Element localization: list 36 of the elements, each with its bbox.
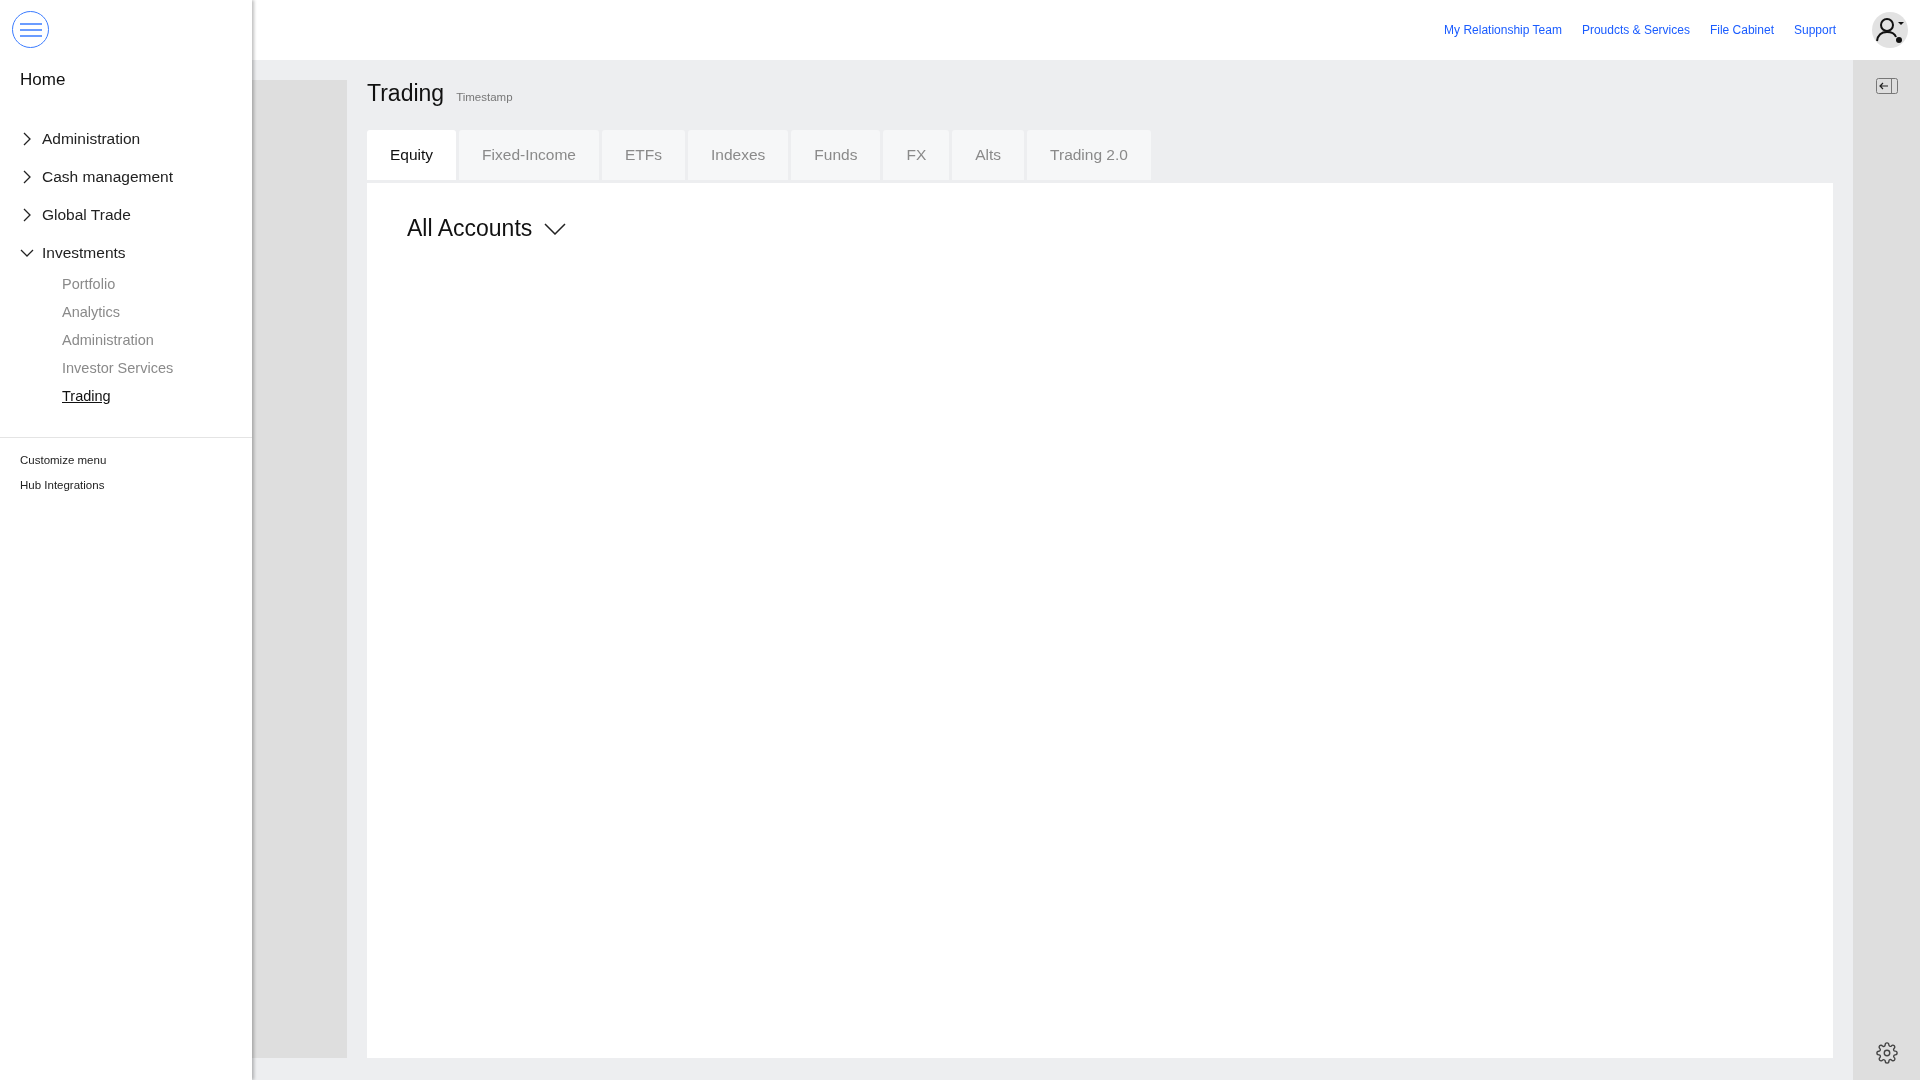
timestamp: Timestamp xyxy=(456,91,513,103)
footer-link[interactable]: Customize menu xyxy=(20,452,252,468)
collapse-button[interactable] xyxy=(1875,78,1898,94)
home-link[interactable]: Home xyxy=(20,70,252,90)
footer-link[interactable]: Hub Integrations xyxy=(20,477,252,493)
nav-item[interactable]: Investments xyxy=(0,244,252,262)
top-nav-link[interactable]: Proudcts & Services xyxy=(1581,23,1690,37)
page-title: Trading xyxy=(367,80,445,107)
nav-item[interactable]: Administration xyxy=(0,130,252,148)
nav-item[interactable]: Cash management xyxy=(0,168,252,186)
tab[interactable]: Equity xyxy=(367,130,457,180)
top-nav-link[interactable]: My Relationship Team xyxy=(1444,23,1562,37)
tab[interactable]: FX xyxy=(883,130,950,180)
top-nav-link[interactable]: Support xyxy=(1793,23,1836,37)
chevron-down-icon xyxy=(544,222,567,235)
settings-icon xyxy=(1875,1042,1898,1064)
nav-subitem[interactable]: Investor Services xyxy=(62,358,252,379)
user-menu-button[interactable] xyxy=(1872,12,1908,48)
nav-subitem[interactable]: Trading xyxy=(62,386,252,407)
collapse-panel-icon xyxy=(1875,78,1898,94)
account-dropdown[interactable]: All Accounts xyxy=(407,215,567,242)
tab[interactable]: Funds xyxy=(791,130,881,180)
tab[interactable]: Trading 2.0 xyxy=(1027,130,1151,180)
tab[interactable]: Indexes xyxy=(688,130,789,180)
nav-item[interactable]: Global Trade xyxy=(0,206,252,224)
nav-subitem[interactable]: Analytics xyxy=(62,302,252,323)
user-icon xyxy=(1875,17,1905,43)
top-nav-link[interactable]: File Cabinet xyxy=(1709,23,1774,37)
tab[interactable]: Alts xyxy=(952,130,1025,180)
tab[interactable]: Fixed-Income xyxy=(459,130,599,180)
settings-button[interactable] xyxy=(1875,1042,1898,1064)
menu-icon xyxy=(19,22,42,37)
nav-subitem[interactable]: Administration xyxy=(62,330,252,351)
tab[interactable]: ETFs xyxy=(602,130,686,180)
menu-button[interactable] xyxy=(12,11,49,48)
nav-subitem[interactable]: Portfolio xyxy=(62,274,252,295)
